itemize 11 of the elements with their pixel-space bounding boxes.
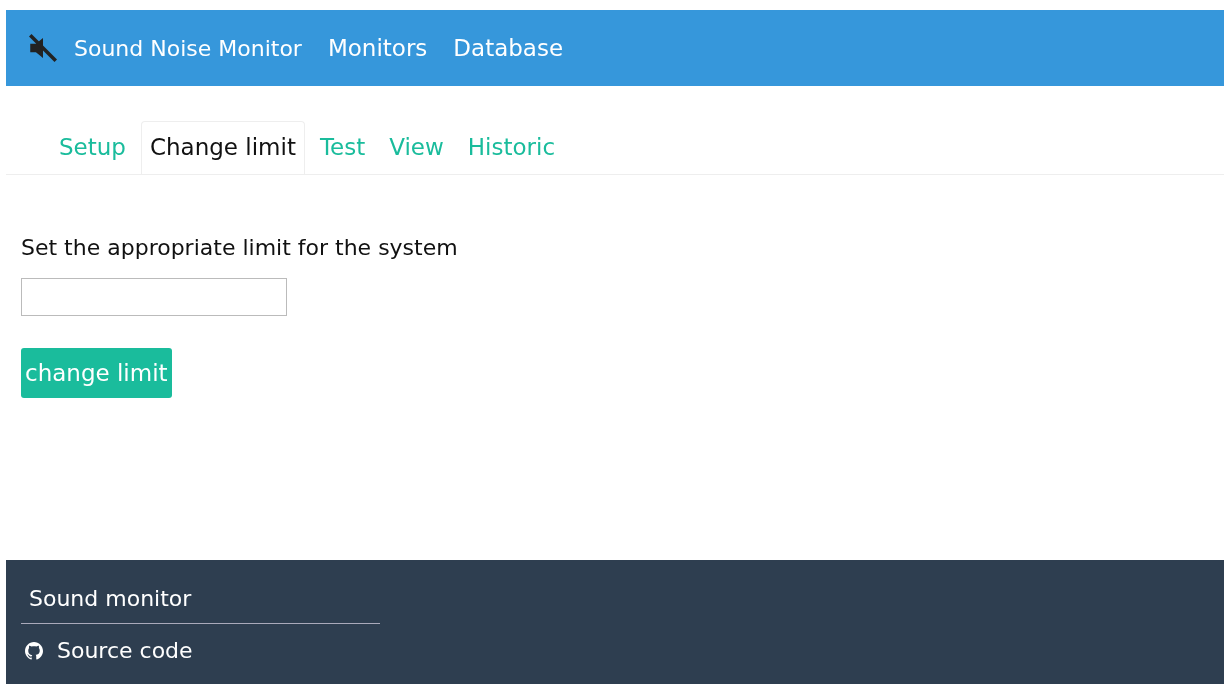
github-icon bbox=[25, 641, 43, 660]
tab[interactable]: Change limit bbox=[140, 121, 305, 174]
nav-link[interactable]: Monitors bbox=[327, 35, 428, 61]
muted-speaker-icon bbox=[26, 31, 60, 65]
nav-link[interactable]: Database bbox=[453, 35, 564, 61]
change-limit-button[interactable]: change limit bbox=[21, 348, 172, 398]
limit-input[interactable] bbox=[21, 278, 287, 316]
source-code-link[interactable]: Source code bbox=[21, 638, 1224, 663]
footer-title: Sound monitor bbox=[21, 586, 380, 624]
brand-title: Sound Noise Monitor bbox=[74, 35, 302, 61]
limit-label: Set the appropriate limit for the system bbox=[21, 235, 458, 260]
